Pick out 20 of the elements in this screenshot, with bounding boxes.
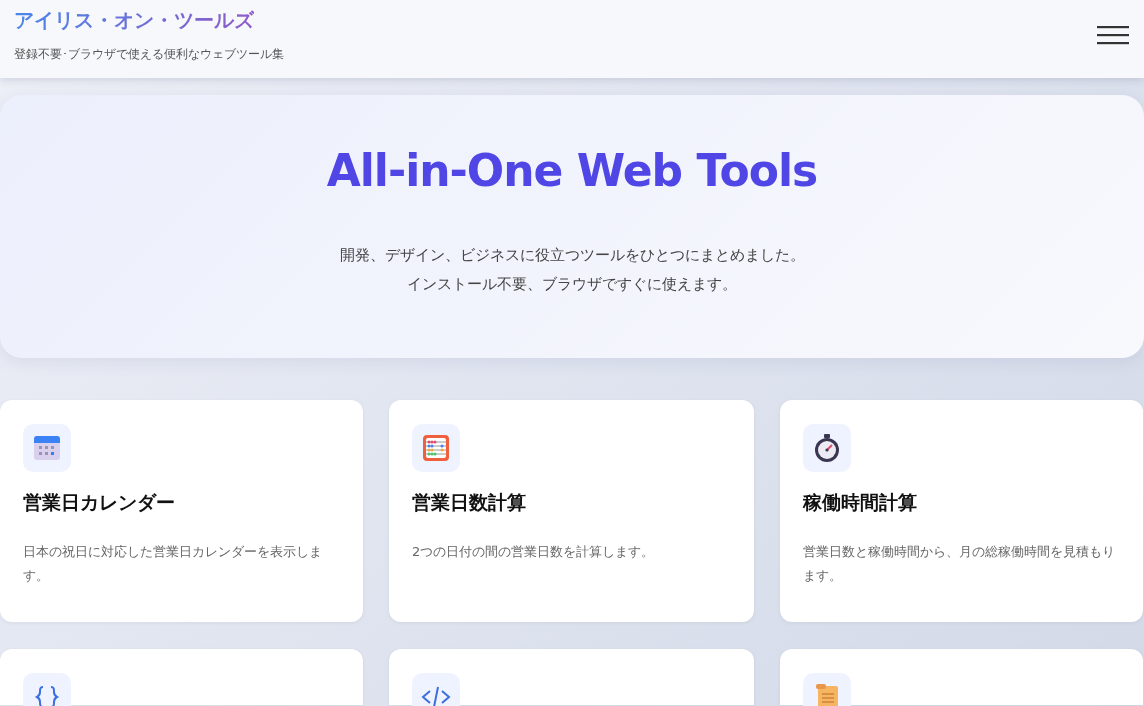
tool-card[interactable]: 稼働時間計算 営業日数と稼働時間から、月の総稼働時間を見積もります。: [780, 400, 1143, 622]
stopwatch-icon: [803, 424, 851, 472]
tool-card[interactable]: [780, 649, 1143, 705]
card-title: 営業日数計算: [412, 490, 527, 515]
calendar-icon: [23, 424, 71, 472]
hero-description: インストール不要、ブラウザですぐに使えます。: [407, 275, 737, 294]
tagline: 登録不要･ブラウザで使える便利なウェブツール集: [14, 46, 284, 63]
hero-title: All-in-One Web Tools: [326, 145, 818, 196]
card-title: 稼働時間計算: [803, 490, 918, 515]
tool-card[interactable]: [389, 649, 754, 705]
abacus-icon: [412, 424, 460, 472]
tool-card[interactable]: 営業日カレンダー 日本の祝日に対応した営業日カレンダーを表示します。: [0, 400, 363, 622]
card-description: 2つの日付の間の営業日数を計算します。: [412, 543, 656, 561]
menu-icon[interactable]: [1097, 26, 1129, 46]
card-description: 日本の祝日に対応した営業日カレンダーを表示します。: [23, 543, 323, 585]
tool-card[interactable]: 営業日数計算 2つの日付の間の営業日数を計算します。: [389, 400, 754, 622]
hero-description: 開発、デザイン、ビジネスに役立つツールをひとつにまとめました。: [339, 246, 805, 265]
card-title: 営業日カレンダー: [23, 490, 176, 515]
card-description: 営業日数と稼働時間から、月の総稼働時間を見積もります。: [803, 543, 1116, 585]
tool-card[interactable]: [0, 649, 363, 705]
